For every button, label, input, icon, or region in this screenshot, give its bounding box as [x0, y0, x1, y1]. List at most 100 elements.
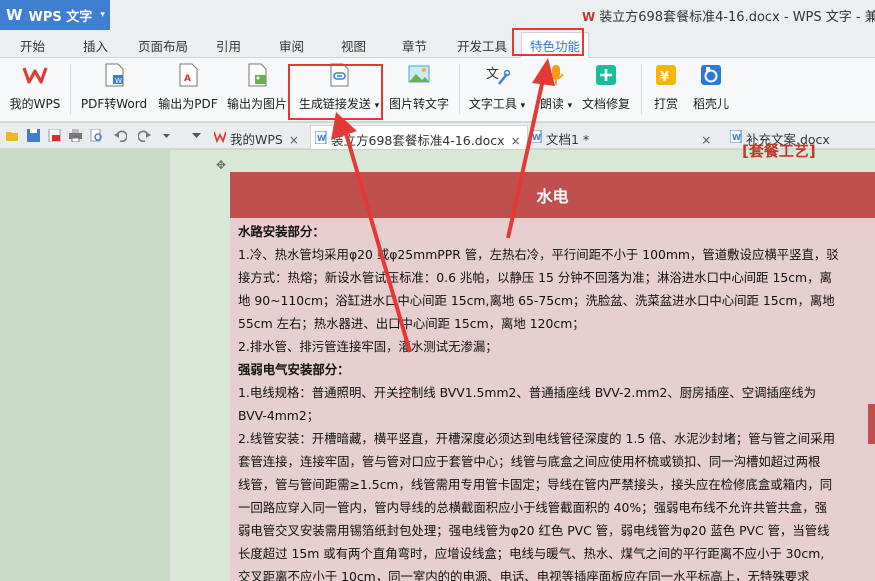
export-image-button[interactable]: 输出为图片 [224, 62, 290, 112]
tab-view[interactable]: 视图 [341, 36, 366, 55]
doc-tab-active[interactable]: W 装立方698套餐标准4-16.docx × [310, 125, 528, 149]
chevron-down-icon: ▾ [520, 101, 526, 111]
paragraph: 套管连接，连接牢固，管与管对口应于套管中心；线管与底盒之间应使用杯梳或锁扣、同一… [238, 454, 821, 469]
tab-references[interactable]: 引用 [216, 36, 241, 55]
pdf-to-word-button[interactable]: W PDF转Word [78, 62, 150, 112]
paragraph: 2.线管安装：开槽暗藏，横平竖直，开槽深度必须达到电线管径深度的 1.5 倍、水… [238, 431, 835, 446]
paragraph: 1.冷、热水管均采用φ20 或φ25mmPPR 管，左热右冷，平行间距不小于 1… [238, 247, 839, 262]
ribbon-divider [459, 64, 460, 114]
menu-tabs: 开始 插入 页面布局 引用 审阅 视图 章节 开发工具 特色功能 [0, 30, 875, 58]
tab-section[interactable]: 章节 [402, 36, 427, 55]
read-aloud-button[interactable]: 朗读 ▾ [536, 62, 576, 112]
wps-logo-icon [214, 131, 226, 143]
svg-text:W: W [532, 133, 541, 142]
text-tools-button[interactable]: 文 文字工具 ▾ [466, 62, 528, 112]
doc-tab-label: 文档1 * [546, 132, 590, 147]
pdf-to-word-icon: W [105, 63, 124, 87]
doc-type-icon: W [582, 10, 596, 24]
annotation-box-special-tab [512, 28, 584, 56]
table-title: 水电 [536, 187, 569, 206]
tab-review[interactable]: 审阅 [279, 36, 304, 55]
app-name: WPS 文字 [28, 9, 93, 25]
window-title-text: 装立方698套餐标准4-16.docx - WPS 文字 - 兼容模式 [599, 10, 875, 25]
ribbon-divider [70, 64, 71, 114]
paragraph: 交叉距离不应小于 10cm，同一室内的的电源、电话、电视等插座面板应在同一水平标… [238, 569, 810, 581]
table-move-handle-icon[interactable]: ✥ [216, 158, 226, 172]
more-options-icon[interactable] [160, 129, 173, 142]
paragraph: 弱电管交叉安装需用锡箔纸封包处理；强电线管为φ20 红色 PVC 管，弱电线管为… [238, 523, 830, 538]
export-image-icon [248, 63, 267, 87]
tab-page-layout[interactable]: 页面布局 [138, 36, 188, 55]
paragraph: BVV-4mm2； [238, 408, 320, 423]
paragraph: 接方式：热熔；新设水管试压标准：0.6 兆帕，以静压 15 分钟不回落为准；淋浴… [238, 270, 832, 285]
svg-text:¥: ¥ [660, 70, 669, 85]
pdf-to-word-label: PDF转Word [80, 97, 148, 111]
paragraph: 强弱电气安装部分： [238, 362, 350, 377]
wps-logo-icon [22, 67, 48, 84]
tab-list-dropdown-icon[interactable] [190, 129, 203, 142]
window-title: W装立方698套餐标准4-16.docx - WPS 文字 - 兼容模式 [582, 6, 875, 25]
docer-label: 稻壳儿 [692, 97, 729, 111]
tab-home[interactable]: 开始 [20, 36, 45, 55]
doc-tab-my-wps[interactable]: 我的WPS × [210, 125, 305, 149]
reward-label: 打赏 [653, 97, 678, 111]
paragraph: 1.电线规格：普通照明、开关控制线 BVV1.5mm2、普通插座线 BVV-2.… [238, 385, 817, 400]
svg-text:A: A [184, 74, 191, 84]
redo-icon[interactable] [138, 129, 151, 142]
doc-tab-label: 我的WPS [230, 132, 283, 147]
tab-insert[interactable]: 插入 [83, 36, 108, 55]
docer-button[interactable]: 稻壳儿 [690, 62, 732, 112]
ribbon-toolbar: 我的WPS W PDF转Word A 输出为PDF 输出为图片 生成链接发送 ▾… [0, 58, 875, 122]
export-pdf-quick-icon[interactable] [48, 129, 61, 142]
my-wps-label: 我的WPS [9, 97, 61, 111]
doc-tab-document1[interactable]: W 文档1 * × [526, 125, 717, 149]
undo-icon[interactable] [114, 129, 127, 142]
export-pdf-button[interactable]: A 输出为PDF [156, 62, 220, 112]
my-wps-button[interactable]: 我的WPS [8, 62, 62, 112]
ribbon-divider [641, 64, 642, 114]
close-icon[interactable]: × [511, 134, 521, 148]
wps-w-icon: W [6, 6, 23, 24]
text-tools-icon: 文 [486, 67, 510, 85]
close-icon[interactable]: × [701, 133, 711, 147]
svg-text:W: W [115, 77, 122, 85]
previous-section-header: [套餐工艺] [742, 142, 816, 160]
export-pdf-icon: A [179, 63, 198, 87]
svg-text:文: 文 [486, 67, 499, 82]
export-image-label: 输出为图片 [226, 97, 287, 111]
docer-icon [701, 65, 721, 85]
svg-text:W: W [732, 133, 741, 142]
read-aloud-icon [548, 65, 564, 85]
chevron-down-icon: ▾ [100, 10, 105, 20]
table-header-cell[interactable]: 水电 [230, 172, 875, 218]
word-doc-icon: W [730, 130, 742, 143]
paragraph: 55cm 左右；热水器进、出口中心间距 15cm，离地 120cm； [238, 316, 585, 331]
doc-repair-label: 文档修复 [581, 97, 630, 111]
image-to-text-button[interactable]: 图片转文字 [386, 62, 452, 112]
app-menu-button[interactable]: W WPS 文字 ▾ [0, 0, 110, 30]
save-icon[interactable] [27, 129, 40, 142]
read-aloud-label: 朗读 [539, 97, 564, 111]
print-preview-icon[interactable] [90, 129, 103, 142]
reward-button[interactable]: ¥ 打赏 [648, 62, 684, 112]
tab-developer[interactable]: 开发工具 [457, 36, 507, 55]
doc-repair-button[interactable]: 文档修复 [580, 62, 632, 112]
text-tools-label: 文字工具 [468, 97, 517, 111]
paragraph: 水路安装部分： [238, 224, 325, 239]
svg-text:W: W [317, 134, 326, 143]
table-edge-marker [868, 404, 875, 444]
reward-icon: ¥ [656, 65, 676, 85]
title-bar: W WPS 文字 ▾ W 装立方698套餐标准4-16.docx - WPS 文字… [0, 0, 875, 30]
doc-tab-label: 装立方698套餐标准4-16.docx [331, 133, 505, 148]
image-to-text-label: 图片转文字 [388, 97, 449, 111]
paragraph: 一回路应穿入同一管内，管内导线的总横截面积应小于线管截面积的 40%；强弱电布线… [238, 500, 828, 515]
table-body-cell[interactable]: 水路安装部分： 1.冷、热水管均采用φ20 或φ25mmPPR 管，左热右冷，平… [230, 218, 875, 581]
open-folder-icon[interactable] [6, 129, 19, 142]
paragraph: 长度超过 15m 或有两个直角弯时，应增设线盒；电线与暖气、热水、煤气之间的平行… [238, 546, 825, 561]
paragraph: 线管，管与管间距需≥1.5cm，线管需用专用管卡固定；导线在管内严禁接头，接头应… [238, 477, 833, 492]
word-doc-icon: W [315, 131, 327, 144]
image-to-text-icon [408, 65, 430, 83]
paragraph: 地 90~110cm；浴缸进水口中心间距 15cm,离地 65-75cm；洗脸盆… [238, 293, 835, 308]
close-icon[interactable]: × [289, 133, 299, 147]
print-icon[interactable] [69, 129, 82, 142]
